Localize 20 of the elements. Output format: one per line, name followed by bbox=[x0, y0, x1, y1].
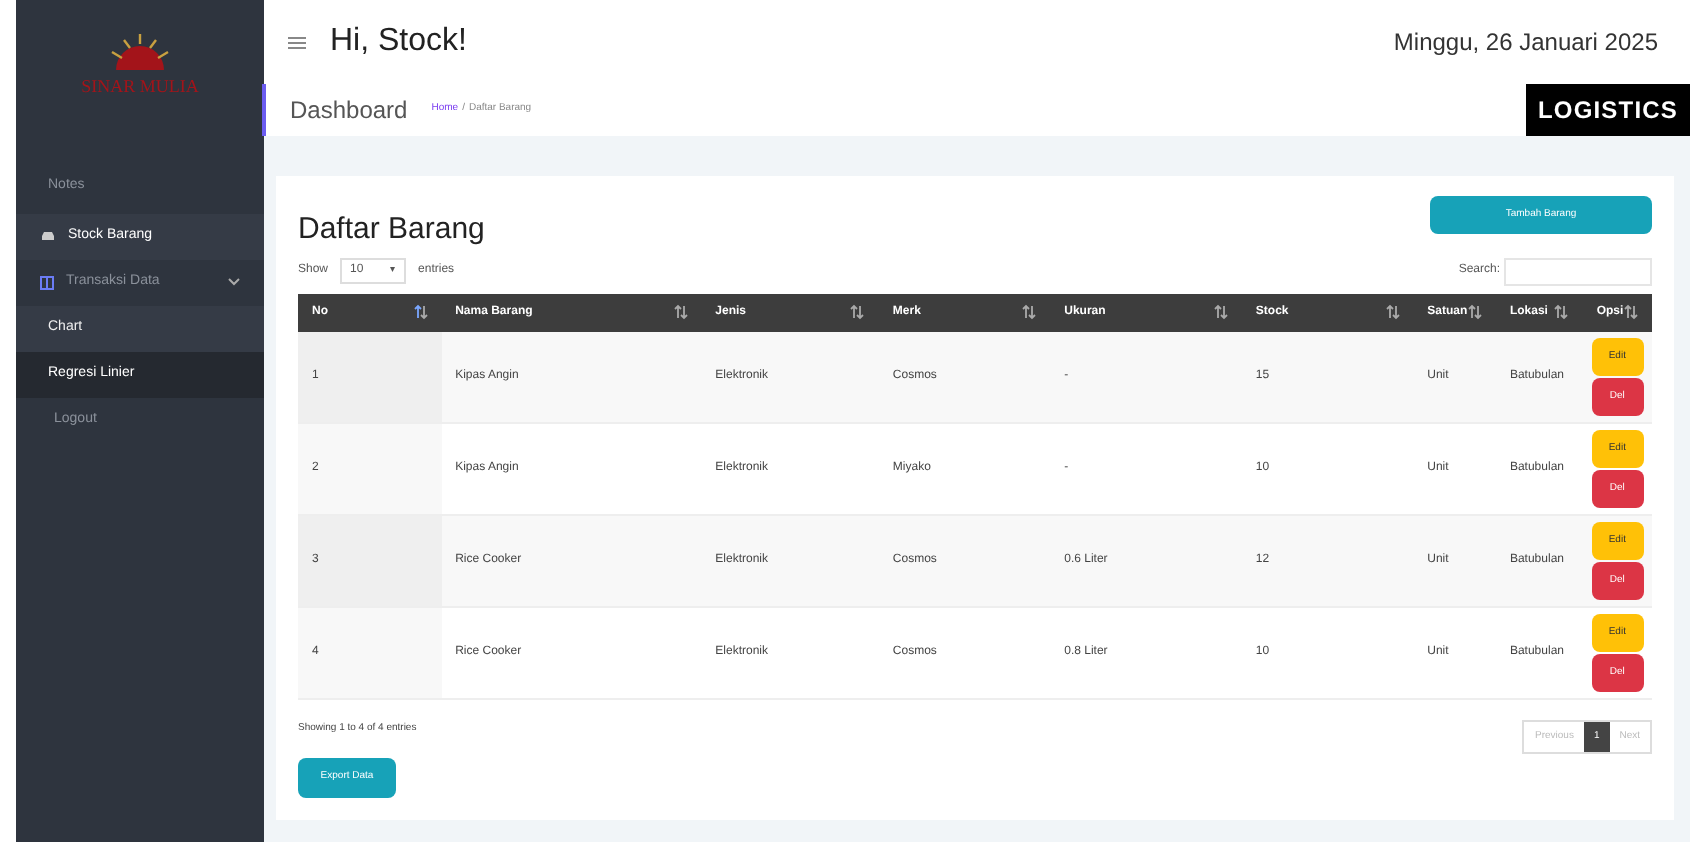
menu-icon[interactable] bbox=[288, 35, 306, 49]
sort-icon bbox=[1467, 304, 1482, 320]
sort-icon bbox=[673, 304, 688, 320]
sort-icon bbox=[850, 304, 865, 320]
card-title: Daftar Barang bbox=[298, 210, 485, 250]
date-text: Minggu, 26 Januari 2025 bbox=[1393, 26, 1658, 60]
sort-icon bbox=[413, 304, 428, 320]
sort-icon bbox=[1213, 304, 1228, 320]
table-icon bbox=[40, 275, 54, 289]
sort-icon bbox=[1624, 304, 1638, 320]
logistics-logo: LOGISTICS bbox=[1526, 84, 1690, 136]
sun-logo-icon bbox=[106, 34, 174, 71]
search-field[interactable] bbox=[1504, 257, 1652, 285]
greeting: Hi, Stock! bbox=[330, 22, 467, 62]
sort-icon bbox=[1022, 304, 1037, 320]
chevron-icon[interactable] bbox=[228, 278, 240, 286]
page-title: Dashboard bbox=[290, 94, 408, 128]
sort-icon bbox=[1554, 304, 1569, 320]
logo-text: SINAR MULIA bbox=[81, 74, 199, 101]
sort-icon bbox=[1385, 304, 1400, 320]
